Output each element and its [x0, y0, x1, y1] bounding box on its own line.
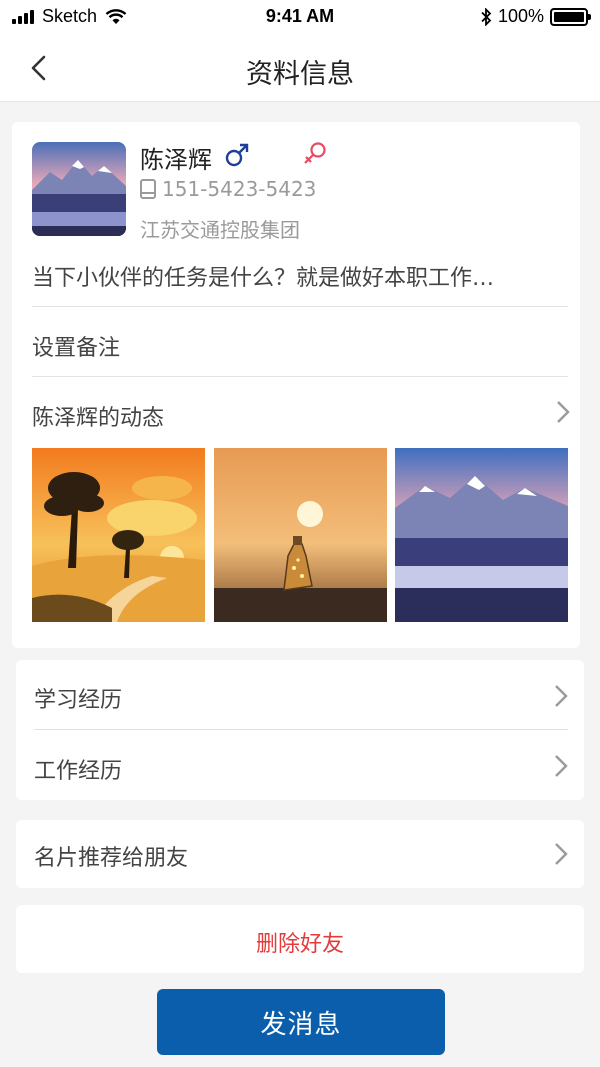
female-icon[interactable]: [302, 140, 328, 168]
delete-friend-button[interactable]: 删除好友: [16, 926, 584, 958]
phone-icon: [140, 179, 156, 199]
moments-row[interactable]: 陈泽辉的动态: [32, 400, 164, 432]
moment-photo-mountain[interactable]: [395, 448, 568, 622]
status-right: 100%: [480, 6, 591, 27]
chevron-right-icon: [557, 401, 570, 423]
bluetooth-icon: [481, 7, 492, 26]
page-title: 资料信息: [246, 59, 354, 90]
phone-number: 151-5423-5423: [162, 177, 317, 201]
history-card: 学习经历 工作经历: [16, 660, 584, 800]
divider: [32, 376, 568, 377]
work-history-row[interactable]: 工作经历: [34, 753, 122, 785]
signal-icon: [12, 9, 36, 24]
share-card-row[interactable]: 名片推荐给朋友: [34, 840, 188, 872]
divider: [34, 729, 568, 730]
phone-row[interactable]: 151-5423-5423: [140, 177, 316, 201]
set-remark-row[interactable]: 设置备注: [32, 330, 120, 362]
back-button[interactable]: [24, 50, 60, 86]
chevron-right-icon: [555, 755, 568, 777]
signature-text: 当下小伙伴的任务是什么？就是做好本职工作…: [32, 266, 495, 291]
moments-photos: [32, 448, 568, 622]
male-icon: [225, 143, 249, 167]
nav-bar: 资料信息: [0, 34, 600, 102]
chevron-right-icon: [555, 843, 568, 865]
send-message-button[interactable]: 发消息: [157, 989, 445, 1055]
avatar[interactable]: [32, 142, 126, 236]
profile-card: 陈泽辉 151-5423-5423 江苏交通控股集团 当下小伙伴的任务是什么？就…: [12, 122, 580, 648]
status-bar: Sketch 9:41 AM 100%: [0, 0, 600, 34]
battery-icon: [550, 7, 591, 26]
share-card[interactable]: 名片推荐给朋友: [16, 820, 584, 888]
moment-photo-bottle[interactable]: [213, 448, 387, 622]
status-left: Sketch: [12, 6, 127, 27]
moment-photo-sunset-trees[interactable]: [32, 448, 205, 622]
chevron-right-icon: [555, 685, 568, 707]
battery-fill: [554, 11, 584, 22]
contact-name: 陈泽辉: [140, 146, 212, 174]
avatar-mountain-image: [32, 142, 126, 236]
battery-label: 100%: [497, 6, 544, 26]
wifi-icon: [105, 8, 127, 24]
divider: [32, 306, 568, 307]
carrier-label: Sketch: [42, 6, 98, 26]
company-name: 江苏交通控股集团: [140, 218, 300, 242]
delete-friend-card[interactable]: 删除好友: [16, 905, 584, 973]
chevron-left-icon: [31, 55, 46, 81]
study-history-row[interactable]: 学习经历: [34, 682, 122, 714]
